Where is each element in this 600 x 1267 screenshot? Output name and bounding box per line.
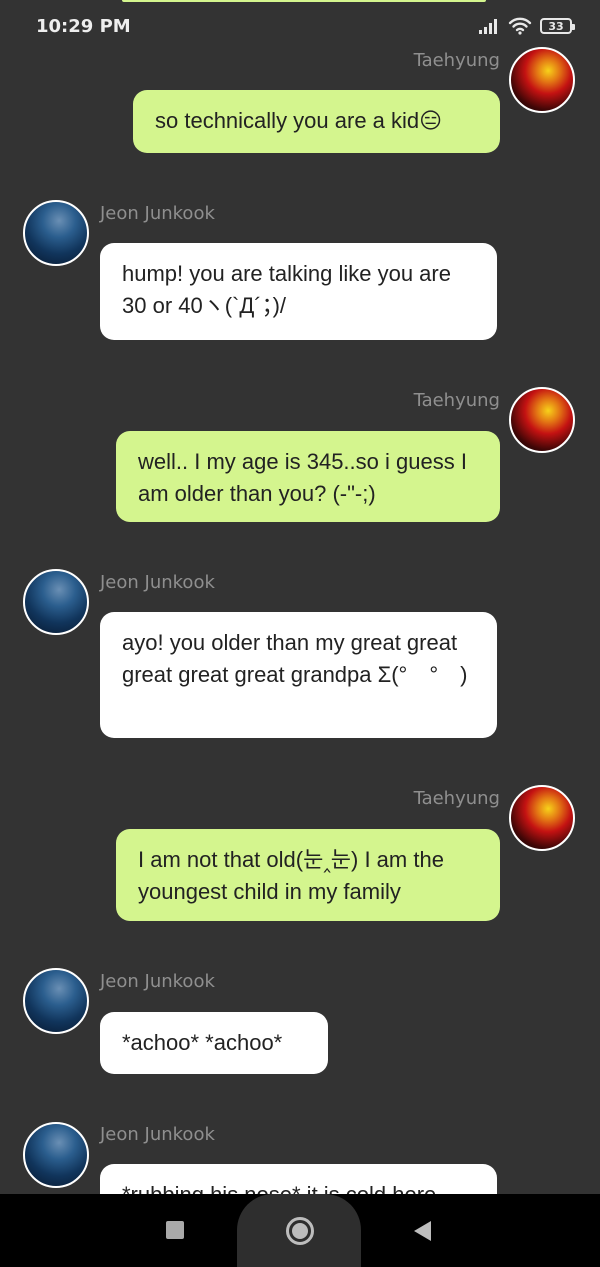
battery-icon: 33	[540, 18, 575, 34]
message-bubble[interactable]: ayo! you older than my great great great…	[100, 612, 497, 738]
message-bubble[interactable]: hump! you are talking like you are 30 or…	[100, 243, 497, 340]
taehyung-avatar[interactable]	[509, 387, 575, 453]
battery-level: 33	[548, 19, 564, 33]
sender-name: Jeon Junkook	[100, 203, 215, 224]
sender-name: Taehyung	[413, 390, 500, 411]
message-bubble[interactable]: so technically you are a kid😑	[133, 90, 500, 153]
sender-name: Jeon Junkook	[100, 1124, 215, 1145]
signal-icon	[479, 19, 497, 34]
jeon-junkook-avatar[interactable]	[23, 1122, 89, 1188]
status-bar: 10:29 PM 33	[0, 0, 600, 50]
sender-name: Jeon Junkook	[100, 971, 215, 992]
chat-area[interactable]: Taehyung so technically you are a kid😑 J…	[0, 0, 600, 1194]
message-bubble[interactable]: *rubbing his nose* it is cold here	[100, 1164, 497, 1194]
back-button[interactable]	[414, 1221, 431, 1241]
sender-name: Jeon Junkook	[100, 572, 215, 593]
sender-name: Taehyung	[413, 788, 500, 809]
home-button-dot	[292, 1223, 308, 1239]
status-icons: 33	[478, 14, 575, 38]
jeon-junkook-avatar[interactable]	[23, 569, 89, 635]
message-bubble[interactable]: I am not that old(눈‸눈) I am the youngest…	[116, 829, 500, 921]
jeon-junkook-avatar[interactable]	[23, 200, 89, 266]
recents-button[interactable]	[166, 1221, 184, 1239]
message-bubble[interactable]: *achoo* *achoo*	[100, 1012, 328, 1074]
sender-name: Taehyung	[413, 50, 500, 71]
status-time: 10:29 PM	[36, 16, 131, 37]
taehyung-avatar[interactable]	[509, 785, 575, 851]
battery-tip	[572, 24, 575, 30]
message-bubble[interactable]: well.. I my age is 345..so i guess I am …	[116, 431, 500, 522]
jeon-junkook-avatar[interactable]	[23, 968, 89, 1034]
taehyung-avatar[interactable]	[509, 47, 575, 113]
wifi-icon	[508, 17, 532, 35]
